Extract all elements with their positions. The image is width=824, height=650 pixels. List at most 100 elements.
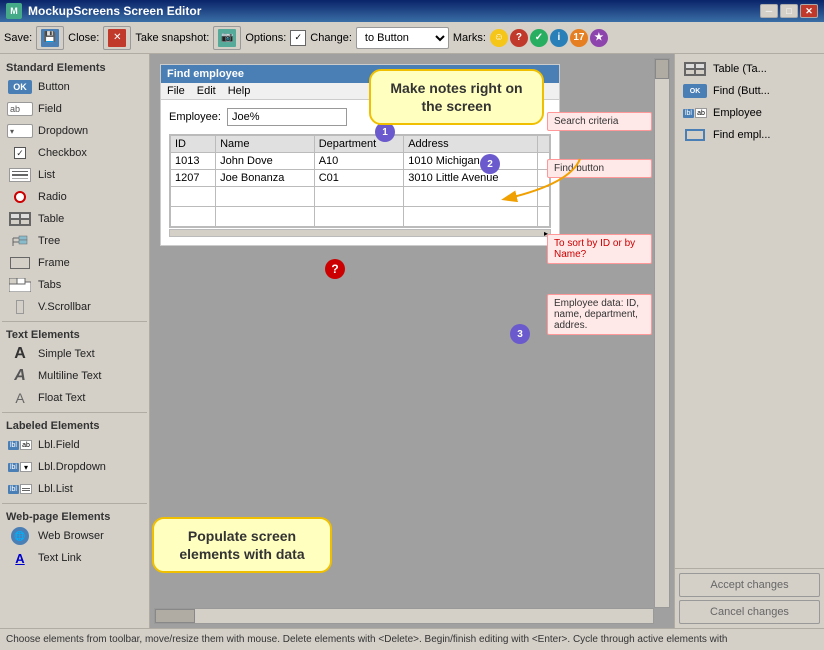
cell-empty [404, 207, 538, 227]
sidebar-item-field[interactable]: ab Field [2, 98, 147, 120]
cancel-changes-button[interactable]: Cancel changes [679, 600, 820, 624]
table-icon [6, 210, 34, 228]
close-label: Close: [68, 32, 99, 44]
cell-empty [171, 207, 216, 227]
right-panel-item-employee[interactable]: lbl ab Employee [677, 102, 822, 124]
text-link-badge: A [15, 551, 24, 566]
labeled-elements-title: Labeled Elements [2, 416, 147, 434]
menu-file[interactable]: File [167, 85, 185, 97]
web-browser-icon: 🌐 [6, 527, 34, 545]
col-scroll [538, 136, 550, 153]
table-header-row: ID Name Department Address [171, 136, 550, 153]
canvas-hscrollbar[interactable] [154, 608, 654, 624]
sidebar-item-tabs[interactable]: Tabs [2, 274, 147, 296]
sidebar-item-frame[interactable]: Frame [2, 252, 147, 274]
table-row-empty [171, 207, 550, 227]
tabs-icon [6, 276, 34, 294]
cell-empty [171, 187, 216, 207]
close-button[interactable]: ✕ [103, 26, 131, 50]
sidebar-item-table[interactable]: Table [2, 208, 147, 230]
sidebar-item-lbl-list[interactable]: lbl Lbl.List [2, 478, 147, 500]
dropdown-badge: ▾ [7, 124, 33, 138]
right-panel-item-find[interactable]: OK Find (Butt... [677, 80, 822, 102]
marker-2: 2 [480, 154, 500, 174]
sidebar-item-web-browser[interactable]: 🌐 Web Browser [2, 525, 147, 547]
orange-num-icon[interactable]: 17 [570, 29, 588, 47]
accept-changes-button[interactable]: Accept changes [679, 573, 820, 597]
status-text: Choose elements from toolbar, move/resiz… [6, 634, 727, 645]
blue-mark-icon[interactable]: i [550, 29, 568, 47]
cell-dept: A10 [314, 153, 404, 170]
cell-scroll [538, 207, 550, 227]
field-icon: ab [6, 100, 34, 118]
text-divider [2, 321, 147, 322]
sidebar-item-float-text[interactable]: A Float Text [2, 387, 147, 409]
sidebar-item-checkbox[interactable]: ✓ Checkbox [2, 142, 147, 164]
purple-mark-icon[interactable]: ★ [590, 29, 608, 47]
vscrollbar-icon [6, 298, 34, 316]
smiley-mark-icon[interactable]: ☺ [490, 29, 508, 47]
sidebar-item-radio[interactable]: Radio [2, 186, 147, 208]
sidebar-item-text-link[interactable]: A Text Link [2, 547, 147, 569]
table-hscroll[interactable]: ▸ [169, 229, 551, 237]
simple-text-badge: A [14, 345, 26, 363]
sidebar-item-dropdown[interactable]: ▾ Dropdown [2, 120, 147, 142]
options-checkbox[interactable]: ✓ [290, 30, 306, 46]
sticky-search-criteria: Search criteria [547, 112, 652, 131]
save-button[interactable]: 💾 [36, 26, 64, 50]
float-text-icon: A [6, 389, 34, 407]
globe-icon: 🌐 [11, 527, 29, 545]
canvas-area[interactable]: Find employee File Edit Help Employee: I… [150, 54, 674, 628]
red-mark-icon[interactable]: ? [510, 29, 528, 47]
toolbar: Save: 💾 Close: ✕ Take snapshot: 📷 Option… [0, 22, 824, 54]
button-label: Button [38, 81, 70, 93]
cell-empty [404, 187, 538, 207]
window-close-button[interactable]: ✕ [800, 4, 818, 18]
green-mark-icon[interactable]: ✓ [530, 29, 548, 47]
employee-input[interactable] [227, 108, 347, 126]
sidebar-item-multiline-text[interactable]: A Multiline Text [2, 365, 147, 387]
ok-badge: OK [8, 80, 32, 94]
save-icon: 💾 [41, 29, 59, 47]
dropdown-icon: ▾ [6, 122, 34, 140]
canvas-vscrollbar[interactable] [654, 58, 670, 608]
snapshot-button[interactable]: 📷 [213, 26, 241, 50]
right-find-label: Find (Butt... [713, 85, 770, 97]
right-employee-icon: lbl ab [681, 104, 709, 122]
right-table-badge [684, 62, 706, 76]
save-label: Save: [4, 32, 32, 44]
cell-id: 1013 [171, 153, 216, 170]
multiline-text-badge: A [14, 367, 26, 385]
table-badge [9, 212, 31, 226]
vscrollbar-badge [16, 300, 24, 314]
menu-help[interactable]: Help [228, 85, 251, 97]
maximize-button[interactable]: □ [780, 4, 798, 18]
cell-empty [314, 187, 404, 207]
hscrollbar-thumb[interactable] [155, 609, 195, 623]
sidebar-item-lbl-dropdown[interactable]: lbl ▾ Lbl.Dropdown [2, 456, 147, 478]
marker-3-label: 3 [517, 329, 523, 340]
tree-svg-icon [9, 234, 31, 248]
right-panel-item-find-empl[interactable]: Find empl... [677, 124, 822, 146]
sidebar-item-simple-text[interactable]: A Simple Text [2, 343, 147, 365]
sidebar-item-button[interactable]: OK Button [2, 76, 147, 98]
float-text-label: Float Text [38, 392, 86, 404]
sidebar-item-list[interactable]: List [2, 164, 147, 186]
minimize-button[interactable]: ─ [760, 4, 778, 18]
right-panel-buttons: Accept changes Cancel changes [675, 568, 824, 628]
notes-bubble-text: Make notes right on the screen [390, 80, 522, 114]
app-title: MockupScreens Screen Editor [28, 4, 760, 18]
frame-icon [6, 254, 34, 272]
menu-edit[interactable]: Edit [197, 85, 216, 97]
lbl-list-label: Lbl.List [38, 483, 73, 495]
change-dropdown[interactable]: to Button to Field to Dropdown [356, 27, 449, 49]
vscrollbar-thumb[interactable] [655, 59, 669, 79]
sidebar-item-lbl-field[interactable]: lbl ab Lbl.Field [2, 434, 147, 456]
field-badge: ab [7, 102, 33, 116]
radio-label: Radio [38, 191, 67, 203]
web-browser-label: Web Browser [38, 530, 104, 542]
sidebar-item-vscrollbar[interactable]: V.Scrollbar [2, 296, 147, 318]
sidebar-item-tree[interactable]: Tree [2, 230, 147, 252]
multiline-text-label: Multiline Text [38, 370, 101, 382]
right-panel-item-table[interactable]: Table (Ta... [677, 58, 822, 80]
